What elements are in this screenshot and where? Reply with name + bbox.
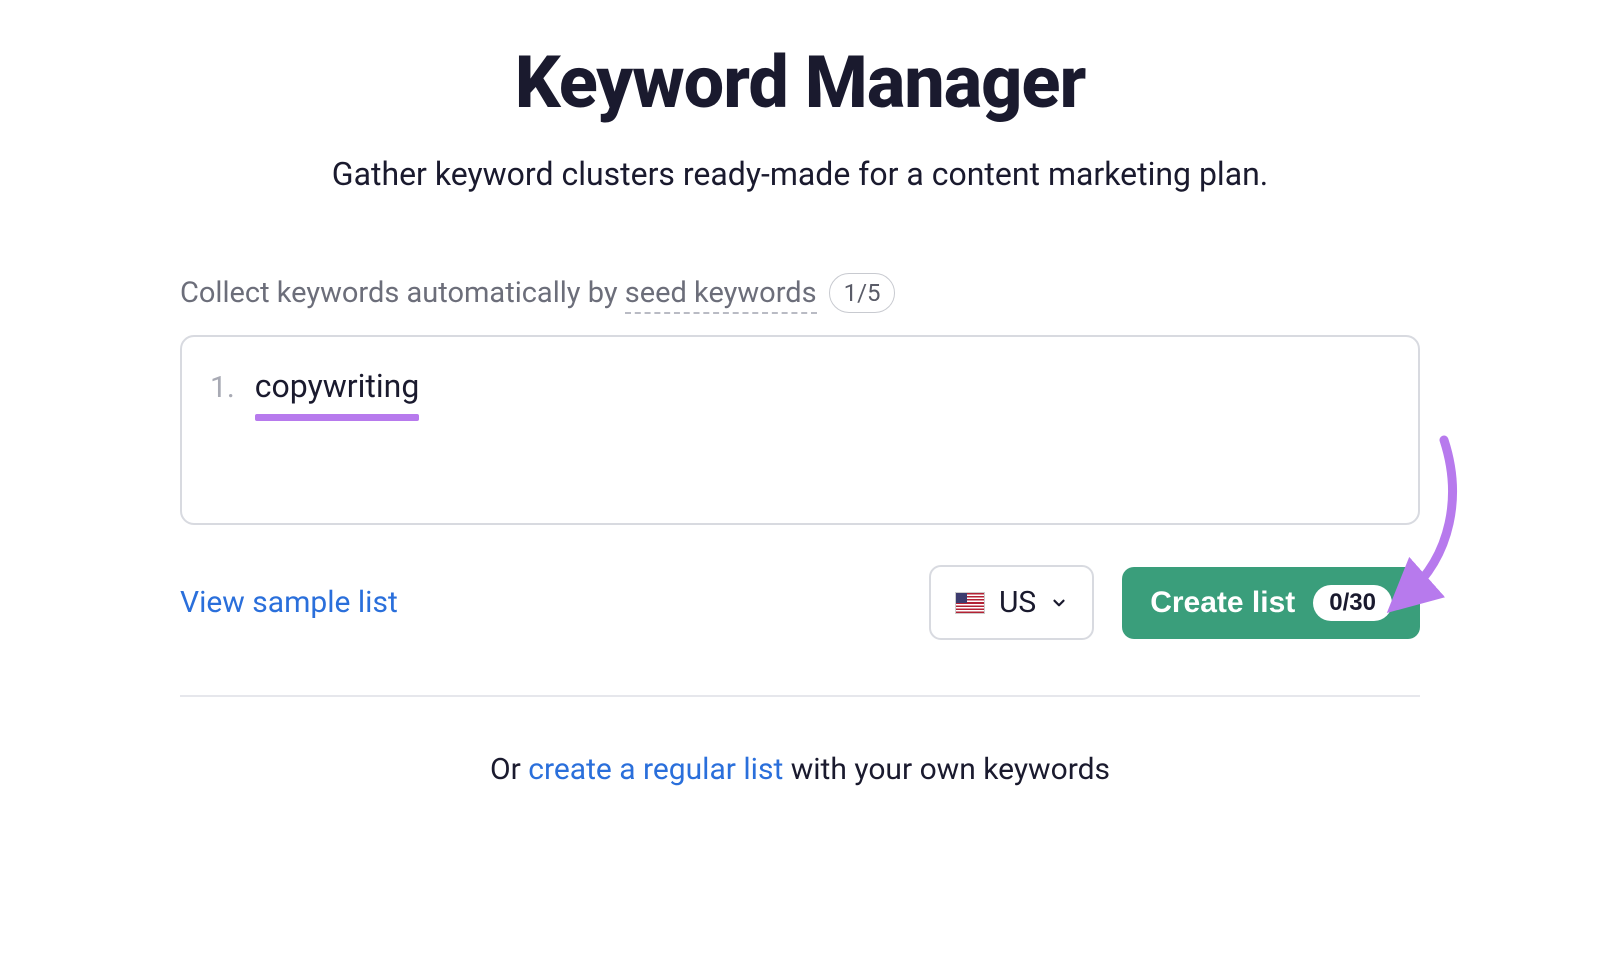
seed-counter-badge: 1/5 <box>829 273 896 313</box>
right-actions-group: US Create list 0/30 <box>929 565 1420 640</box>
list-count-badge: 0/30 <box>1313 585 1392 621</box>
section-divider <box>180 695 1420 697</box>
page-subtitle: Gather keyword clusters ready-made for a… <box>180 155 1420 193</box>
seed-keywords-link[interactable]: seed keywords <box>625 276 817 314</box>
keyword-index: 1. <box>210 370 235 405</box>
us-flag-icon <box>955 592 985 614</box>
page-title: Keyword Manager <box>180 40 1420 125</box>
alternative-option-text: Or create a regular list with your own k… <box>180 752 1420 787</box>
country-code: US <box>999 585 1036 620</box>
create-list-button[interactable]: Create list 0/30 <box>1122 567 1420 639</box>
view-sample-list-link[interactable]: View sample list <box>180 585 398 620</box>
keyword-text-content: copywriting <box>255 367 420 405</box>
keyword-value[interactable]: copywriting <box>255 367 420 405</box>
keyword-row: 1. copywriting <box>210 367 1390 405</box>
create-regular-list-link[interactable]: create a regular list <box>528 752 783 787</box>
seed-section-label: Collect keywords automatically by seed k… <box>180 273 1420 313</box>
alt-prefix: Or <box>490 752 528 787</box>
chevron-down-icon <box>1050 594 1068 612</box>
keyword-input-box[interactable]: 1. copywriting <box>180 335 1420 525</box>
seed-label-prefix: Collect keywords automatically by <box>180 276 625 310</box>
create-list-label: Create list <box>1150 586 1295 620</box>
actions-row: View sample list US Create list 0 <box>180 565 1420 640</box>
country-selector[interactable]: US <box>929 565 1094 640</box>
alt-suffix: with your own keywords <box>783 752 1110 787</box>
keyword-highlight-underline <box>255 414 420 421</box>
